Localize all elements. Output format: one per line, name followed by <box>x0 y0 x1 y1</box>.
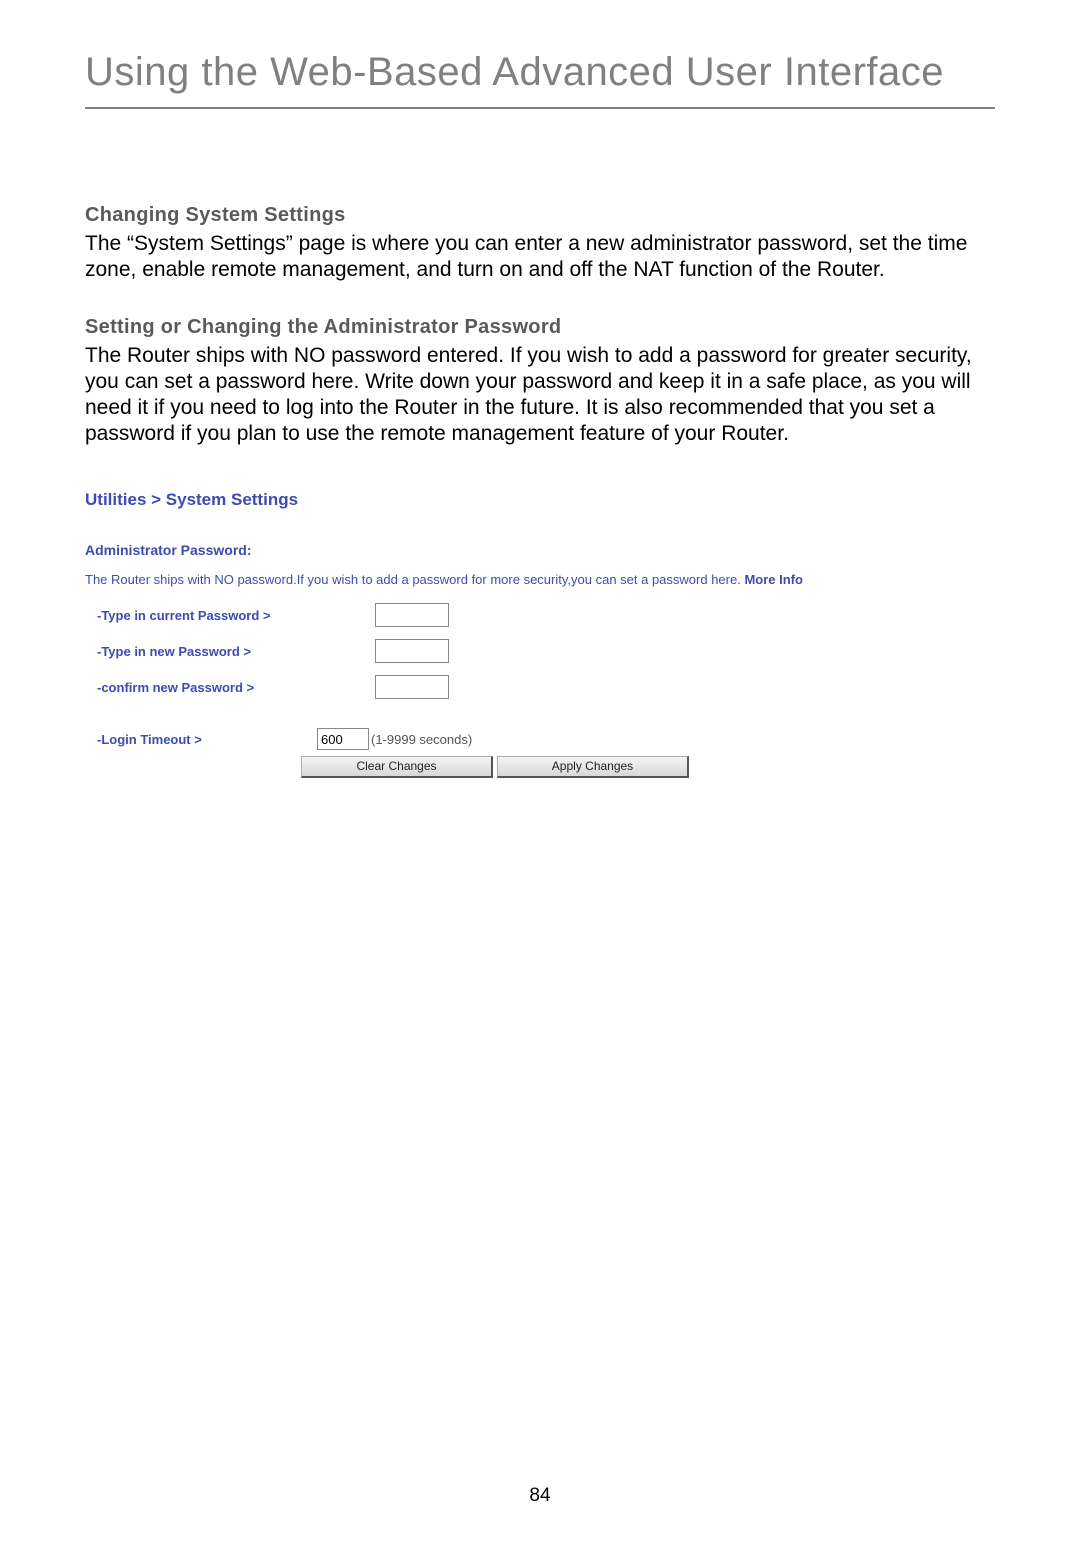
confirm-password-label: -confirm new Password > <box>85 680 375 695</box>
login-timeout-hint: (1-9999 seconds) <box>371 732 472 747</box>
apply-changes-button[interactable]: Apply Changes <box>497 756 689 778</box>
login-timeout-row: -Login Timeout > (1-9999 seconds) <box>85 728 995 750</box>
new-password-label: -Type in new Password > <box>85 644 375 659</box>
page-number: 84 <box>0 1485 1080 1507</box>
section-heading-changing-settings: Changing System Settings <box>85 204 995 227</box>
login-timeout-label: -Login Timeout > <box>85 732 317 747</box>
panel-description: The Router ships with NO password.If you… <box>85 572 995 589</box>
button-row: Clear Changes Apply Changes <box>301 756 995 778</box>
clear-changes-button[interactable]: Clear Changes <box>301 756 493 778</box>
panel-subheading: Administrator Password: <box>85 542 995 558</box>
current-password-label: -Type in current Password > <box>85 608 375 623</box>
section-heading-admin-password: Setting or Changing the Administrator Pa… <box>85 316 995 339</box>
current-password-input[interactable] <box>375 603 449 627</box>
new-password-row: -Type in new Password > <box>85 638 995 664</box>
confirm-password-input[interactable] <box>375 675 449 699</box>
page-title: Using the Web-Based Advanced User Interf… <box>85 50 995 109</box>
login-timeout-input[interactable] <box>317 728 369 750</box>
breadcrumb: Utilities > System Settings <box>85 490 995 510</box>
router-settings-panel: Utilities > System Settings Administrato… <box>85 480 995 779</box>
section-body-admin-password: The Router ships with NO password entere… <box>85 343 995 448</box>
new-password-input[interactable] <box>375 639 449 663</box>
current-password-row: -Type in current Password > <box>85 602 995 628</box>
confirm-password-row: -confirm new Password > <box>85 674 995 700</box>
panel-desc-text: The Router ships with NO password.If you… <box>85 572 744 587</box>
section-body-changing-settings: The “System Settings” page is where you … <box>85 231 995 284</box>
more-info-link[interactable]: More Info <box>744 572 803 587</box>
